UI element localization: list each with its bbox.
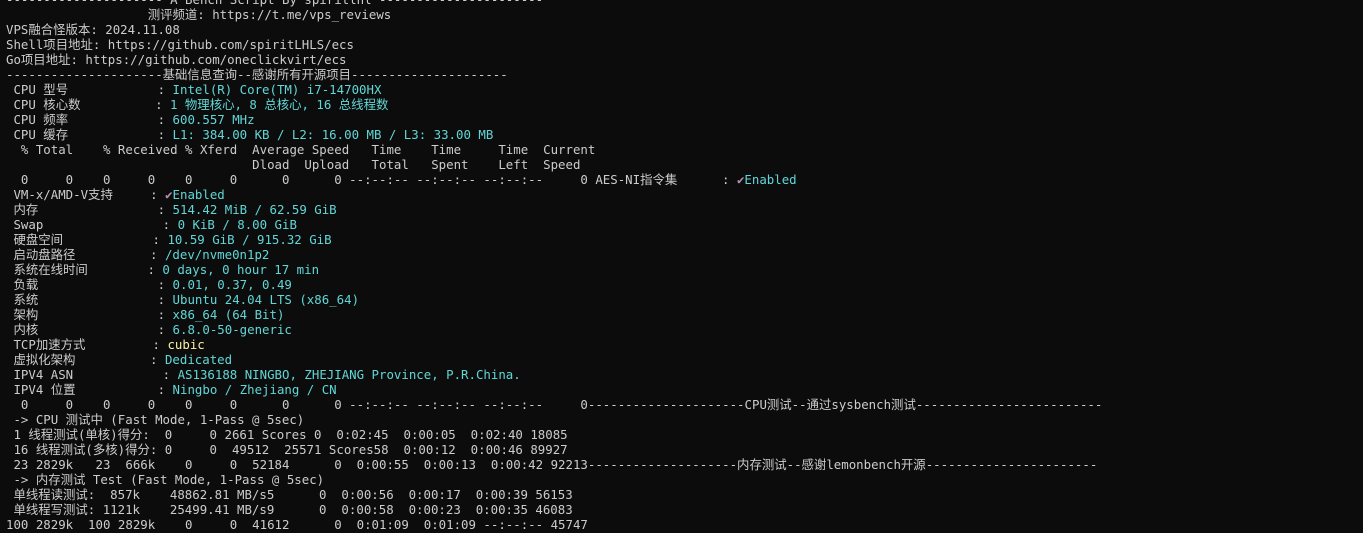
terminal-line: Dload Upload Total Spent Left Speed (6, 157, 580, 172)
field-value: Dedicated (164, 352, 233, 367)
field-value: AS136188 NINGBO, ZHEJIANG Province, P.R.… (177, 367, 521, 382)
line-text: ---------------------基础信息查询--感谢所有开源项目---… (6, 67, 508, 82)
field-value: Intel(R) Core(TM) i7-14700HX (172, 82, 382, 97)
line-text: % Total % Received % Xferd Average Speed… (6, 142, 596, 157)
field-value: 0 KiB / 8.00 GiB (177, 217, 297, 232)
field-value: L1: 384.00 KB / L2: 16.00 MB / L3: 33.00… (172, 127, 494, 142)
line-text: 单线程读测试: 857k 48862.81 MB/s5 0 0:00:56 0:… (6, 487, 573, 502)
field-value: Enabled (172, 187, 225, 202)
line-text: 0 0 0 0 0 0 0 0 --:--:-- --:--:-- --:--:… (6, 172, 737, 187)
field-label: CPU 频率 : (6, 112, 173, 127)
field-value: x86_64 (64 Bit) (172, 307, 285, 322)
field-value: 0.01, 0.37, 0.49 (172, 277, 292, 292)
field-label: 系统 : (6, 292, 173, 307)
terminal-line: Shell项目地址: https://github.com/spiritLHLS… (6, 37, 354, 52)
field-value: 10.59 GiB / 915.32 GiB (167, 232, 332, 247)
terminal-line: IPV4 位置 : Ningbo / Zhejiang / CN (6, 382, 337, 397)
terminal-line: Swap : 0 KiB / 8.00 GiB (6, 217, 297, 232)
line-text: 23 2829k 23 666k 0 0 52184 0 0:00:55 0:0… (6, 457, 1098, 472)
terminal-line: 负载 : 0.01, 0.37, 0.49 (6, 277, 292, 292)
field-label: TCP加速方式 : (6, 337, 168, 352)
field-label: 架构 : (6, 307, 173, 322)
terminal-line: 单线程读测试: 857k 48862.81 MB/s5 0 0:00:56 0:… (6, 487, 573, 502)
field-value: 600.557 MHz (172, 112, 255, 127)
terminal-line: % Total % Received % Xferd Average Speed… (6, 142, 595, 157)
line-text: 100 2829k 100 2829k 0 0 41612 0 0:01:09 … (6, 517, 588, 532)
field-label: 系统在线时间 : (6, 262, 163, 277)
terminal-line: ---------------------基础信息查询--感谢所有开源项目---… (6, 67, 508, 82)
field-label: IPV4 ASN : (6, 367, 178, 382)
terminal-line: -> 内存测试 Test (Fast Mode, 1-Pass @ 5sec) (6, 472, 324, 487)
field-label: 内核 : (6, 322, 173, 337)
field-value: Ubuntu 24.04 LTS (x86_64) (172, 292, 360, 307)
line-text: 测评频道: https://t.me/vps_reviews (6, 7, 392, 22)
line-text: -> CPU 测试中 (Fast Mode, 1-Pass @ 5sec) (6, 412, 305, 427)
line-text: VPS融合怪版本: 2024.11.08 (6, 22, 180, 37)
terminal-line: 内存 : 514.42 MiB / 62.59 GiB (6, 202, 337, 217)
field-label: 启动盘路径 : (6, 247, 165, 262)
field-label: CPU 核心数 : (6, 97, 170, 112)
line-text: 16 线程测试(多核)得分: 0 0 49512 25571 Scores58 … (6, 442, 568, 457)
field-label: 虚拟化架构 : (6, 352, 165, 367)
terminal-line: Go项目地址: https://github.com/oneclickvirt/… (6, 52, 347, 67)
terminal-line: 系统在线时间 : 0 days, 0 hour 17 min (6, 262, 319, 277)
terminal-line: 100 2829k 100 2829k 0 0 41612 0 0:01:09 … (6, 517, 588, 532)
field-label: Swap : (6, 217, 178, 232)
terminal-line: 单线程写测试: 1121k 25499.41 MB/s9 0 0:00:58 0… (6, 502, 573, 517)
terminal-line: IPV4 ASN : AS136188 NINGBO, ZHEJIANG Pro… (6, 367, 521, 382)
field-label: 内存 : (6, 202, 173, 217)
terminal-line: 1 线程测试(单核)得分: 0 0 2661 Scores 0 0:02:45 … (6, 427, 568, 442)
field-value: cubic (167, 337, 205, 352)
field-value: 6.8.0-50-generic (172, 322, 292, 337)
terminal-line: --------------------- A Bench Script By … (6, 0, 543, 7)
field-label: VM-x/AMD-V支持 : (6, 187, 166, 202)
terminal-line: 虚拟化架构 : Dedicated (6, 352, 232, 367)
terminal-line: 内核 : 6.8.0-50-generic (6, 322, 292, 337)
checkmark-icon: ✔ (165, 187, 173, 202)
line-text: Go项目地址: https://github.com/oneclickvirt/… (6, 52, 347, 67)
field-value: Enabled (744, 172, 797, 187)
terminal-line: -> CPU 测试中 (Fast Mode, 1-Pass @ 5sec) (6, 412, 304, 427)
terminal-line: 23 2829k 23 666k 0 0 52184 0 0:00:55 0:0… (6, 457, 1097, 472)
terminal-window[interactable]: --------------------- A Bench Script By … (0, 0, 1363, 533)
line-text: 1 线程测试(单核)得分: 0 0 2661 Scores 0 0:02:45 … (6, 427, 568, 442)
field-label: IPV4 位置 : (6, 382, 173, 397)
line-text: --------------------- A Bench Script By … (6, 0, 543, 7)
line-text: 单线程写测试: 1121k 25499.41 MB/s9 0 0:00:58 0… (6, 502, 573, 517)
terminal-line: CPU 型号 : Intel(R) Core(TM) i7-14700HX (6, 82, 381, 97)
terminal-line: CPU 核心数 : 1 物理核心, 8 总核心, 16 总线程数 (6, 97, 388, 112)
line-text: Shell项目地址: https://github.com/spiritLHLS… (6, 37, 354, 52)
field-label: 负载 : (6, 277, 173, 292)
terminal-line: 0 0 0 0 0 0 0 0 --:--:-- --:--:-- --:--:… (6, 397, 1102, 412)
terminal-line: 架构 : x86_64 (64 Bit) (6, 307, 284, 322)
terminal-line: 16 线程测试(多核)得分: 0 0 49512 25571 Scores58 … (6, 442, 568, 457)
terminal-line: 启动盘路径 : /dev/nvme0n1p2 (6, 247, 269, 262)
line-text: Dload Upload Total Spent Left Speed (6, 157, 581, 172)
field-value: 1 物理核心, 8 总核心, 16 总线程数 (170, 97, 389, 112)
terminal-line: VPS融合怪版本: 2024.11.08 (6, 22, 180, 37)
field-label: CPU 缓存 : (6, 127, 173, 142)
terminal-line: 测评频道: https://t.me/vps_reviews (6, 7, 392, 22)
field-value: /dev/nvme0n1p2 (164, 247, 270, 262)
field-value: 514.42 MiB / 62.59 GiB (172, 202, 337, 217)
terminal-line: 系统 : Ubuntu 24.04 LTS (x86_64) (6, 292, 359, 307)
field-label: 硬盘空间 : (6, 232, 168, 247)
terminal-line: 0 0 0 0 0 0 0 0 --:--:-- --:--:-- --:--:… (6, 172, 797, 187)
field-value: Ningbo / Zhejiang / CN (172, 382, 337, 397)
terminal-line: 硬盘空间 : 10.59 GiB / 915.32 GiB (6, 232, 332, 247)
line-text: 0 0 0 0 0 0 0 0 --:--:-- --:--:-- --:--:… (6, 397, 1103, 412)
terminal-line: CPU 频率 : 600.557 MHz (6, 112, 255, 127)
terminal-line: VM-x/AMD-V支持 : ✔Enabled (6, 187, 225, 202)
terminal-line: TCP加速方式 : cubic (6, 337, 205, 352)
field-label: CPU 型号 : (6, 82, 173, 97)
terminal-line: CPU 缓存 : L1: 384.00 KB / L2: 16.00 MB / … (6, 127, 493, 142)
field-value: 0 days, 0 hour 17 min (162, 262, 320, 277)
line-text: -> 内存测试 Test (Fast Mode, 1-Pass @ 5sec) (6, 472, 325, 487)
